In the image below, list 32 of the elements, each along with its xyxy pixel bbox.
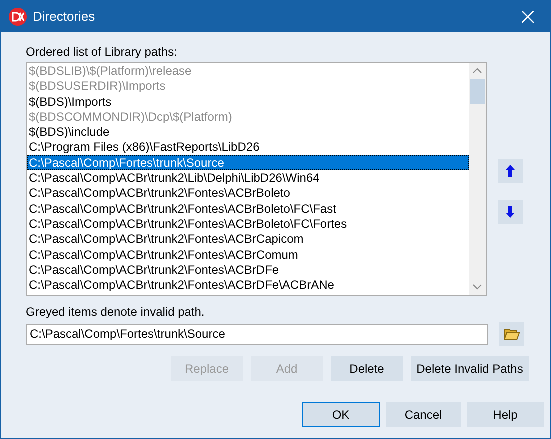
move-up-button[interactable] bbox=[498, 159, 523, 183]
path-item[interactable]: C:\Pascal\Comp\ACBr\trunk2\Fontes\ACBrBoleto bbox=[27, 185, 469, 201]
app-logo-icon bbox=[9, 8, 27, 26]
move-down-button[interactable] bbox=[498, 200, 523, 224]
path-item[interactable]: C:\Pascal\Comp\ACBr\trunk2\Fontes\ACBrDFe\ACBrANe bbox=[27, 277, 469, 292]
path-item[interactable]: C:\Pascal\Comp\ACBr\trunk2\Lib\Delphi\LibD26\Win64 bbox=[27, 170, 469, 186]
action-button[interactable]: Delete Invalid Paths bbox=[411, 356, 529, 381]
window-title: Directories bbox=[33, 9, 96, 24]
close-icon[interactable] bbox=[522, 10, 534, 22]
path-item[interactable]: C:\Pascal\Comp\ACBr\trunk2\Fontes\ACBrBoleto\FC\Fast bbox=[27, 200, 469, 216]
path-list[interactable] bbox=[26, 62, 487, 296]
path-item[interactable]: C:\Program Files (x86)\FastReports\LibD26 bbox=[27, 139, 469, 155]
path-item[interactable]: C:\Pascal\Comp\Fortes\trunk\Source bbox=[27, 154, 469, 170]
up-arrow-icon bbox=[506, 165, 515, 177]
path-item[interactable]: C:\Pascal\Comp\ACBr\trunk2\Fontes\ACBrBoleto\FC\Fortes bbox=[27, 216, 469, 232]
dialog-button[interactable]: OK bbox=[302, 402, 380, 427]
scroll-thumb[interactable] bbox=[470, 79, 485, 104]
path-item[interactable]: C:\Pascal\Comp\ACBr\trunk2\Fontes\ACBrDFe bbox=[27, 262, 469, 278]
list-label: Ordered list of Library paths: bbox=[26, 45, 178, 59]
down-arrow-icon bbox=[506, 206, 515, 218]
action-button[interactable]: Delete bbox=[331, 356, 403, 381]
dialog-button[interactable]: Help bbox=[467, 402, 544, 427]
folder-icon bbox=[504, 328, 520, 340]
scrollbar[interactable] bbox=[469, 63, 486, 295]
path-item[interactable]: C:\Pascal\Comp\ACBr\trunk2\Fontes\ACBrCapicom bbox=[27, 231, 469, 247]
path-item[interactable]: $(BDS)\Imports bbox=[27, 94, 469, 109]
path-field[interactable]: C:\Pascal\Comp\Fortes\trunk\Source bbox=[26, 324, 488, 344]
hint-text: Greyed items denote invalid path. bbox=[26, 305, 206, 319]
dialog-button[interactable]: Cancel bbox=[386, 402, 461, 427]
browse-button[interactable] bbox=[499, 322, 524, 346]
path-item[interactable]: $(BDS)\include bbox=[27, 124, 469, 140]
path-item[interactable]: C:\Pascal\Comp\ACBr\trunk2\Fontes\ACBrComum bbox=[27, 246, 469, 262]
